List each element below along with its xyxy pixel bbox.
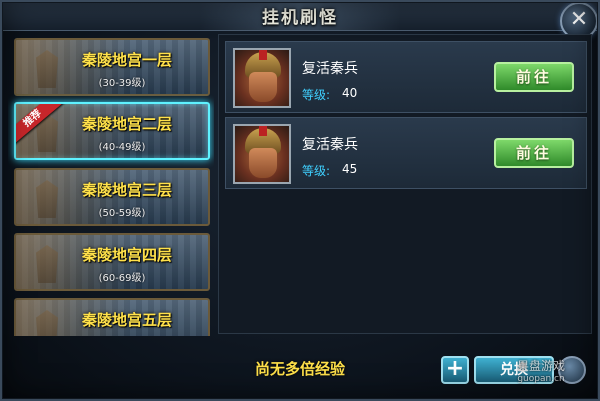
monster-level: 45 (342, 162, 358, 176)
floor-level-range: (40-49级) (98, 142, 146, 153)
monster-name: 复活秦兵 (302, 61, 358, 77)
floor-name: 秦陵地宫四层 (81, 246, 172, 264)
floor-level-range: (30-39级) (98, 78, 146, 89)
monster-level-label: 等级: (302, 88, 331, 102)
monster-entry: 复活秦兵 等级: 45 前往 (225, 117, 587, 189)
monster-entry: 复活秦兵 等级: 40 前往 (225, 41, 587, 113)
go-button[interactable]: 前往 (494, 138, 574, 168)
monster-level-label: 等级: (302, 164, 331, 178)
floor-list[interactable]: 秦陵地宫一层 (30-39级) 推荐 秦陵地宫二层 (40-49级) 秦陵地宫三… (8, 34, 214, 336)
floor-level-range: (60-69级) (98, 273, 146, 284)
hangup-window: 挂机刷怪 ✕ 秦陵地宫一层 (30-39级) 推荐 秦陵地宫二层 (40-49级… (0, 0, 600, 401)
watermark: 果盘游戏 guopan.cn (486, 360, 596, 386)
floor-item-3[interactable]: 秦陵地宫三层 (50-59级) (14, 168, 210, 226)
floor-name: 秦陵地宫二层 (81, 115, 172, 133)
watermark-brand: 果盘游戏 (516, 359, 565, 373)
monster-name: 复活秦兵 (302, 137, 358, 153)
watermark-url: guopan.cn (517, 374, 565, 384)
floor-level-range: (50-59级) (98, 208, 146, 219)
close-icon: ✕ (569, 7, 589, 32)
floor-item-4[interactable]: 秦陵地宫四层 (60-69级) (14, 233, 210, 291)
plus-icon: + (445, 356, 465, 381)
floor-item-1[interactable]: 秦陵地宫一层 (30-39级) (14, 38, 210, 96)
add-exp-button[interactable]: + (441, 356, 469, 384)
floor-item-5[interactable]: 秦陵地宫五层 (14, 298, 210, 336)
floor-name: 秦陵地宫五层 (81, 311, 172, 329)
floor-item-2[interactable]: 推荐 秦陵地宫二层 (40-49级) (14, 102, 210, 160)
monster-level: 40 (342, 86, 358, 100)
floor-name: 秦陵地宫一层 (81, 51, 172, 69)
qin-soldier-portrait-icon (233, 48, 291, 108)
go-button[interactable]: 前往 (494, 62, 574, 92)
floor-name: 秦陵地宫三层 (81, 181, 172, 199)
title-bar: 挂机刷怪 (0, 0, 600, 31)
qin-soldier-portrait-icon (233, 124, 291, 184)
multi-exp-status: 尚无多倍经验 (254, 360, 345, 378)
window-title: 挂机刷怪 (262, 8, 338, 28)
monster-list: 复活秦兵 等级: 40 前往 复活秦兵 等级: 45 前往 (218, 34, 592, 334)
